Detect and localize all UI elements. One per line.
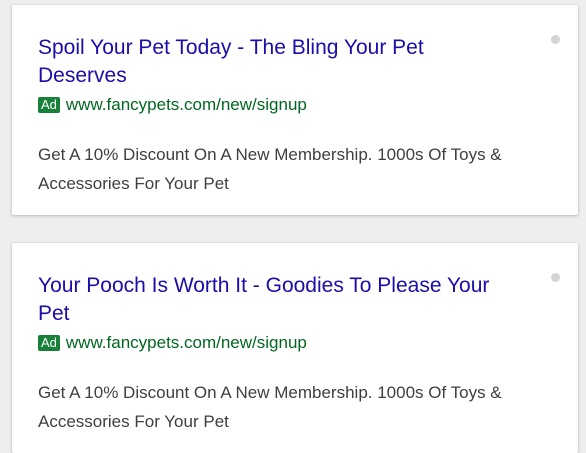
ad-badge: Ad xyxy=(38,97,60,113)
ad-headline-link[interactable]: Spoil Your Pet Today - The Bling Your Pe… xyxy=(38,34,518,90)
ad-headline-link[interactable]: Your Pooch Is Worth It - Goodies To Plea… xyxy=(38,272,518,328)
ad-badge: Ad xyxy=(38,335,60,351)
ad-description: Get A 10% Discount On A New Membership. … xyxy=(38,383,502,431)
ad-display-url[interactable]: www.fancypets.com/new/signup xyxy=(66,332,307,354)
ad-description: Get A 10% Discount On A New Membership. … xyxy=(38,145,502,193)
ad-display-url[interactable]: www.fancypets.com/new/signup xyxy=(66,94,307,116)
ad-card: Spoil Your Pet Today - The Bling Your Pe… xyxy=(12,5,578,215)
ad-url-row: Ad www.fancypets.com/new/signup xyxy=(38,94,518,116)
info-icon[interactable] xyxy=(551,35,560,44)
ad-card: Your Pooch Is Worth It - Goodies To Plea… xyxy=(12,243,578,453)
info-icon[interactable] xyxy=(551,273,560,282)
ad-url-row: Ad www.fancypets.com/new/signup xyxy=(38,332,518,354)
